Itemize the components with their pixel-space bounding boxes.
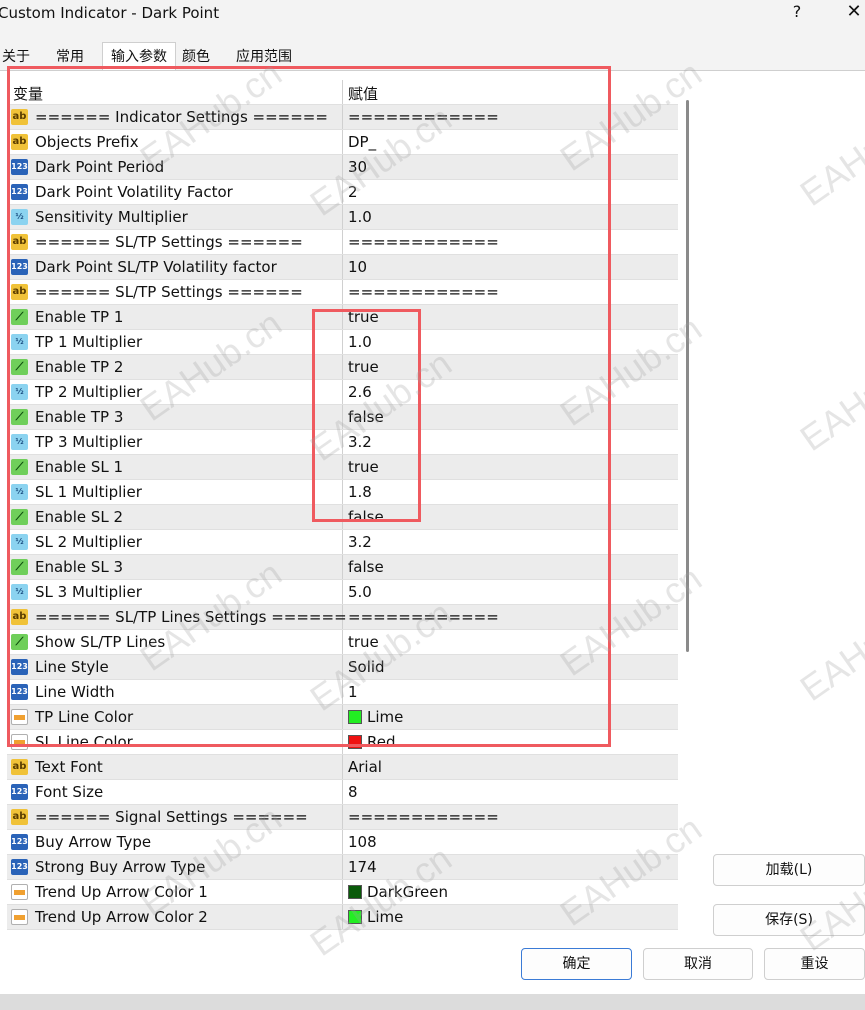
parameter-name: Text Font (35, 758, 103, 776)
status-bar (0, 994, 865, 1010)
parameter-row[interactable]: 123 Buy Arrow Type 108 (7, 830, 678, 855)
highlight-box-values (312, 309, 421, 522)
color-swatch[interactable] (348, 885, 362, 899)
help-button[interactable]: ? (787, 2, 807, 21)
parameter-name: ====== Signal Settings ====== (35, 808, 308, 826)
integer-type-icon: 123 (11, 784, 28, 800)
save-button[interactable]: 保存(S) (713, 904, 865, 936)
parameter-value[interactable]: Lime (367, 908, 403, 926)
color-type-icon (11, 884, 28, 900)
parameter-name: Font Size (35, 783, 104, 801)
parameter-row[interactable]: ab Text Font Arial (7, 755, 678, 780)
cancel-button[interactable]: 取消 (643, 948, 753, 980)
parameter-value[interactable]: 108 (348, 833, 377, 851)
integer-type-icon: 123 (11, 834, 28, 850)
parameter-name: Trend Up Arrow Color 1 (35, 883, 208, 901)
parameter-row[interactable]: ab ====== Signal Settings ====== =========… (7, 805, 678, 830)
integer-type-icon: 123 (11, 859, 28, 875)
window-title: Custom Indicator - Dark Point (0, 4, 220, 22)
load-button[interactable]: 加载(L) (713, 854, 865, 886)
parameter-name: Strong Buy Arrow Type (35, 858, 206, 876)
title-bar: Custom Indicator - Dark Point ? ✕ (0, 0, 865, 30)
parameter-row[interactable]: 123 Strong Buy Arrow Type 174 (7, 855, 678, 880)
close-button[interactable]: ✕ (842, 1, 865, 22)
grid-scrollbar[interactable] (686, 100, 689, 652)
parameter-row[interactable]: Trend Up Arrow Color 1 DarkGreen (7, 880, 678, 905)
text-type-icon: ab (11, 759, 28, 775)
parameter-row[interactable]: Trend Up Arrow Color 2 Lime (7, 905, 678, 930)
reset-button[interactable]: 重设 (764, 948, 865, 980)
highlight-box-parameters (7, 66, 611, 747)
ok-button[interactable]: 确定 (521, 948, 632, 980)
parameter-name: Trend Up Arrow Color 2 (35, 908, 208, 926)
text-type-icon: ab (11, 809, 28, 825)
parameter-value[interactable]: 8 (348, 783, 358, 801)
parameter-value[interactable]: ============ (348, 808, 499, 826)
parameter-name: Buy Arrow Type (35, 833, 152, 851)
parameter-value[interactable]: Arial (348, 758, 382, 776)
parameter-row[interactable]: 123 Font Size 8 (7, 780, 678, 805)
parameter-value[interactable]: DarkGreen (367, 883, 448, 901)
color-type-icon (11, 909, 28, 925)
parameter-value[interactable]: 174 (348, 858, 377, 876)
color-swatch[interactable] (348, 910, 362, 924)
